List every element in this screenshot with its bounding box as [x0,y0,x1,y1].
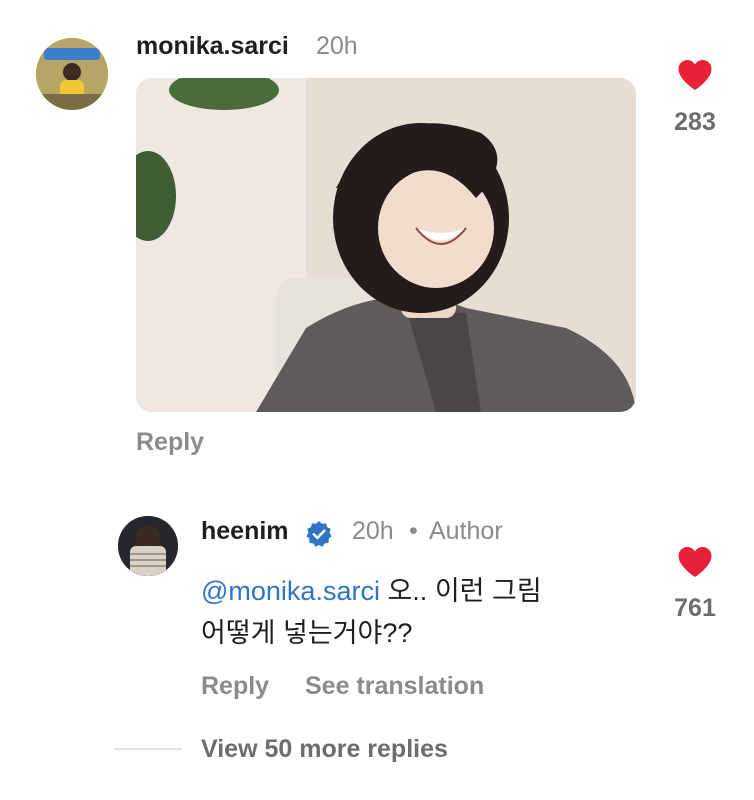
avatar-image [36,38,108,110]
replies-divider [114,748,182,750]
reply-text-line2: 어떻게 넣는거야?? [201,618,413,648]
comment-time: 20h [316,32,358,60]
heart-icon [678,547,712,577]
view-more-replies-button[interactable]: View 50 more replies [201,735,448,764]
reply-like-count: 761 [674,594,716,622]
verified-badge-icon [305,520,333,553]
see-translation-button[interactable]: See translation [305,672,484,701]
reply-like-button[interactable] [677,545,713,579]
reply-separator: • [409,517,418,545]
avatar-monika[interactable] [36,38,108,110]
comment-like-button[interactable] [677,58,713,92]
reply-text: @monika.sarci 오.. 이런 그림 어떻게 넣는거야?? [201,570,651,654]
heart-icon [678,60,712,90]
mention-link[interactable]: @monika.sarci [201,576,380,606]
avatar-heenim[interactable] [118,516,178,576]
reply-reply-button[interactable]: Reply [201,672,269,701]
comment-reply-button[interactable]: Reply [136,428,204,457]
comment-username[interactable]: monika.sarci [136,32,289,61]
avatar-image [118,516,178,576]
reply-username[interactable]: heenim [201,517,289,546]
comment-like-count: 283 [674,108,716,136]
reply-text-line1: 오.. 이런 그림 [379,576,542,606]
reply-time: 20h [352,517,394,545]
gif-illustration [136,78,636,412]
comment-gif-image[interactable] [136,78,636,412]
author-label: Author [429,517,503,545]
